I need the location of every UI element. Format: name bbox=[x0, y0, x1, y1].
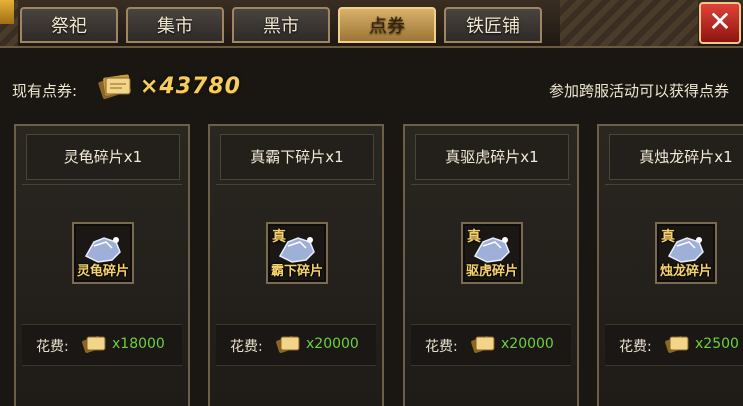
coupon-balance-label: 现有点券: bbox=[12, 82, 78, 100]
item-icon-label: 霸下碎片 bbox=[270, 264, 323, 279]
coupon-icon bbox=[471, 336, 495, 353]
coupon-icon bbox=[665, 336, 689, 353]
item-slot[interactable]: 真 驱虎碎片 bbox=[461, 222, 523, 284]
item-name: 灵龟碎片x1 bbox=[26, 134, 180, 180]
item-slot[interactable]: 真 烛龙碎片 bbox=[655, 222, 717, 284]
shop-item-card: 真霸下碎片x1 真 霸下碎片 花费: x20000 bbox=[208, 124, 384, 406]
item-price: x20000 bbox=[306, 336, 359, 352]
cost-label: 花费: bbox=[425, 339, 458, 355]
tab-market[interactable]: 集市 bbox=[126, 7, 224, 43]
divider bbox=[216, 184, 376, 185]
tab-black-market[interactable]: 黑市 bbox=[232, 7, 330, 43]
coupon-balance-value: ×43780 bbox=[140, 74, 241, 99]
item-prefix: 真 bbox=[272, 229, 286, 245]
divider bbox=[411, 184, 571, 185]
item-icon-label: 烛龙碎片 bbox=[659, 264, 712, 279]
price-row: 花费: x18000 bbox=[22, 324, 182, 366]
shop-item-card: 灵龟碎片x1 灵龟碎片 花费: x18000 bbox=[14, 124, 190, 406]
item-price: x20000 bbox=[501, 336, 554, 352]
coupon-icon bbox=[276, 336, 300, 353]
treasure-chest-icon bbox=[0, 0, 14, 24]
item-icon-label: 驱虎碎片 bbox=[465, 264, 518, 279]
item-slot[interactable]: 真 霸下碎片 bbox=[266, 222, 328, 284]
tab-coupons[interactable]: 点券 bbox=[338, 7, 436, 43]
item-name: 真烛龙碎片x1 bbox=[609, 134, 743, 180]
tab-sacrifice[interactable]: 祭祀 bbox=[20, 7, 118, 43]
cost-label: 花费: bbox=[36, 339, 69, 355]
cost-label: 花费: bbox=[230, 339, 263, 355]
item-name: 真驱虎碎片x1 bbox=[415, 134, 569, 180]
item-prefix: 真 bbox=[661, 229, 675, 245]
close-icon: ✕ bbox=[708, 5, 732, 38]
coupon-hint: 参加跨服活动可以获得点券 bbox=[548, 82, 729, 100]
shop-item-card: 真驱虎碎片x1 真 驱虎碎片 花费: x20000 bbox=[403, 124, 579, 406]
divider bbox=[605, 184, 743, 185]
item-icon-label: 灵龟碎片 bbox=[76, 264, 129, 279]
item-price: x2500 bbox=[695, 336, 739, 352]
price-row: 花费: x20000 bbox=[411, 324, 571, 366]
item-price: x18000 bbox=[112, 336, 165, 352]
cost-label: 花费: bbox=[619, 339, 652, 355]
divider bbox=[22, 184, 182, 185]
shop-item-card: 真烛龙碎片x1 真 烛龙碎片 花费: x2500 bbox=[597, 124, 743, 406]
coupon-icon bbox=[98, 74, 131, 100]
tab-blacksmith[interactable]: 铁匠铺 bbox=[444, 7, 542, 43]
item-slot[interactable]: 灵龟碎片 bbox=[72, 222, 134, 284]
top-bar-decoration bbox=[560, 0, 698, 46]
coupon-info-row: 现有点券: ×43780 参加跨服活动可以获得点券 bbox=[0, 64, 743, 112]
item-prefix: 真 bbox=[467, 229, 481, 245]
price-row: 花费: x2500 bbox=[605, 324, 743, 366]
close-button[interactable]: ✕ bbox=[699, 2, 741, 44]
coupon-icon bbox=[82, 336, 106, 353]
item-name: 真霸下碎片x1 bbox=[220, 134, 374, 180]
price-row: 花费: x20000 bbox=[216, 324, 376, 366]
